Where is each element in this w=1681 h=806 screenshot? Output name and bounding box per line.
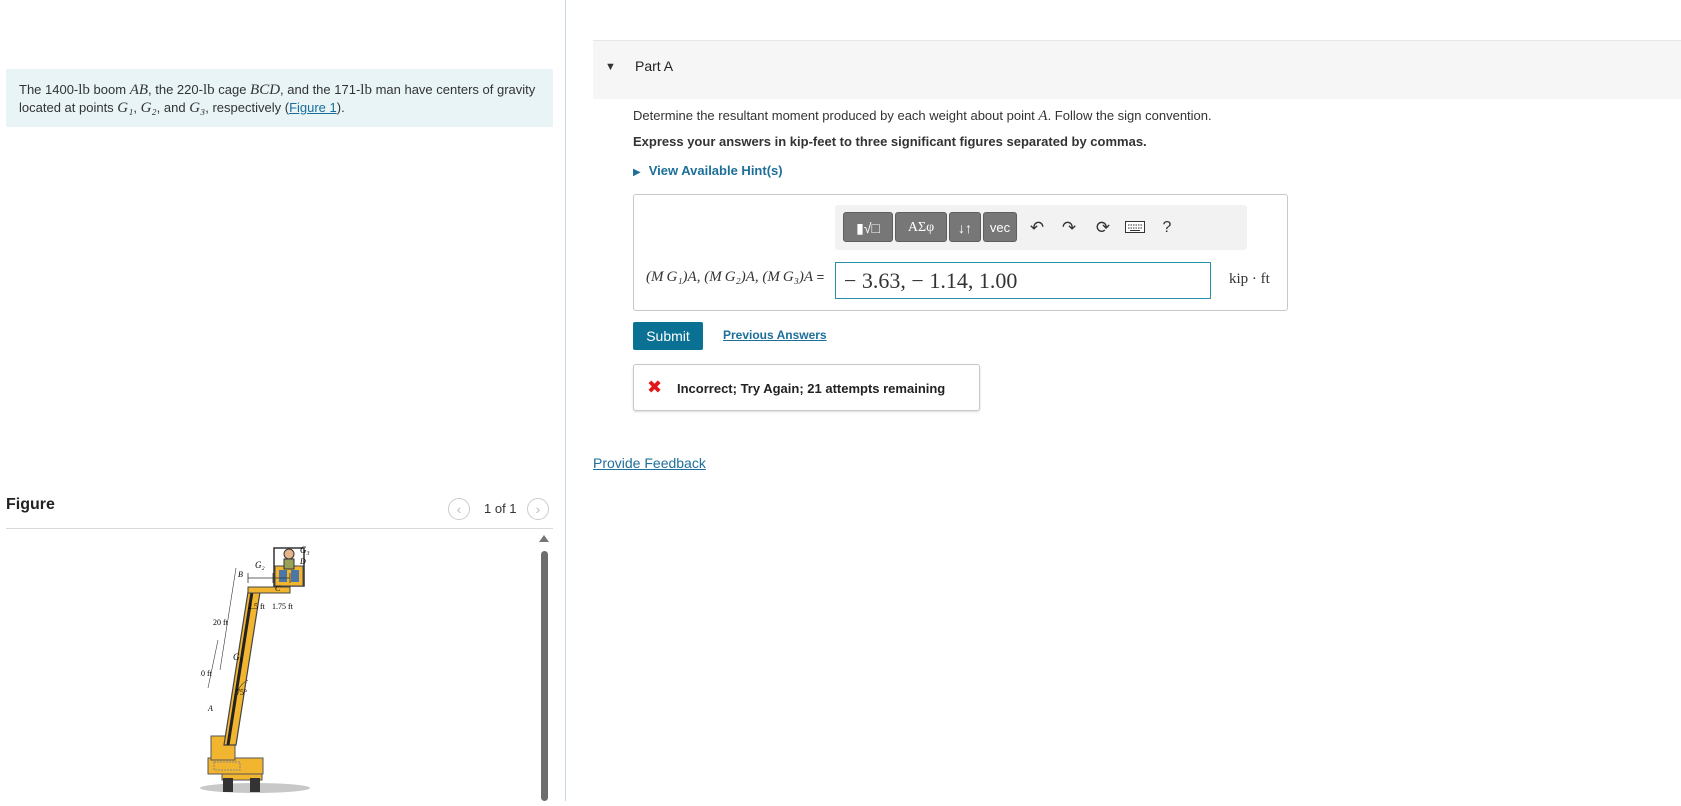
answer-instruction: Express your answers in kip-feet to thre…: [633, 134, 1147, 149]
previous-answers-link[interactable]: Previous Answers: [723, 328, 827, 342]
wheel: [223, 778, 233, 792]
label-dim1: 2.5 ft: [248, 602, 266, 611]
question-text-pre: Determine the resultant moment produced …: [633, 108, 1039, 123]
problem-statement: The 1400-lb boom AB, the 220-lb cage BCD…: [6, 69, 553, 127]
var-a: A: [1038, 108, 1048, 124]
problem-text: , and: [156, 100, 190, 115]
unit-lb: lb: [78, 82, 90, 98]
boom: [223, 591, 261, 746]
part-header[interactable]: ▼ Part A: [593, 40, 1681, 99]
figure-count: 1 of 1: [484, 501, 517, 516]
label-angle: 75°: [236, 688, 247, 697]
submit-button[interactable]: Submit: [633, 322, 703, 350]
label-c: C: [275, 584, 281, 593]
redo-icon[interactable]: ↷: [1057, 216, 1081, 240]
equals-sign: =: [816, 269, 825, 284]
arrows-button[interactable]: ↓↑: [949, 212, 981, 242]
problem-text: boom: [89, 82, 130, 97]
vec-button[interactable]: vec: [983, 212, 1017, 242]
answer-input[interactable]: − 3.63, − 1.14, 1.00: [835, 262, 1211, 299]
label-g2: G₂: [255, 560, 265, 570]
var-g1: G₁: [117, 100, 134, 116]
problem-text: cage: [214, 82, 251, 97]
chevron-left-icon[interactable]: ‹: [448, 498, 470, 520]
question-text-post: . Follow the sign convention.: [1047, 108, 1212, 123]
view-hints-link[interactable]: ▶ View Available Hint(s): [633, 163, 783, 178]
label-a: A: [207, 704, 213, 713]
label-20ft: 20 ft: [213, 618, 229, 627]
pane-divider: [565, 0, 566, 801]
answer-label: (M G₁)A, (M G₂)A, (M G₃)A =: [646, 269, 824, 286]
var-bcd: BCD: [250, 82, 281, 98]
label-dim2: 1.75 ft: [272, 602, 294, 611]
answer-box: ▮√□ ΑΣφ ↓↑ vec ↶ ↷ ⟳ ? (M G₁)A, (M G₂)A,…: [633, 194, 1288, 311]
var-ab: AB: [129, 82, 149, 98]
problem-text: ).: [336, 100, 345, 115]
problem-text: ,: [133, 100, 141, 115]
greek-button[interactable]: ΑΣφ: [895, 212, 947, 242]
keyboard-icon[interactable]: [1123, 216, 1147, 240]
figure-image: G₃ D G₂ B C 2.5 ft 1.75 ft 20 ft G₁ 10 f…: [197, 540, 350, 801]
problem-text: , the 220-: [148, 82, 203, 97]
caret-right-icon: ▶: [633, 167, 641, 178]
help-button[interactable]: ?: [1155, 216, 1179, 240]
chevron-right-icon[interactable]: ›: [527, 498, 549, 520]
cage-window: [291, 570, 299, 582]
man-head: [283, 548, 295, 560]
scrollbar-thumb[interactable]: [541, 551, 548, 801]
label-b: B: [238, 570, 243, 579]
man-body: [283, 558, 295, 570]
undo-icon[interactable]: ↶: [1025, 216, 1049, 240]
answer-unit: kip · ft: [1229, 271, 1270, 287]
templates-button[interactable]: ▮√□: [843, 212, 893, 242]
arm: [247, 586, 291, 594]
unit-lb: lb: [360, 82, 372, 98]
feedback-box: ✖ Incorrect; Try Again; 21 attempts rema…: [633, 364, 980, 411]
label-d: D: [299, 557, 306, 566]
figure-header: Figure ‹ 1 of 1 ›: [6, 492, 553, 529]
label-g1: G₁: [233, 652, 243, 662]
figure-scrollbar[interactable]: [538, 535, 550, 801]
figure-link[interactable]: Figure 1: [289, 100, 337, 115]
provide-feedback-link[interactable]: Provide Feedback: [593, 455, 706, 471]
caret-down-icon[interactable]: ▼: [605, 61, 616, 73]
reset-icon[interactable]: ⟳: [1091, 216, 1115, 240]
answer-label-text: (M G₁)A, (M G₂)A, (M G₃)A: [646, 269, 813, 285]
part-title: Part A: [635, 58, 674, 74]
var-g2: G₂: [140, 100, 157, 116]
label-10ft: 10 ft: [200, 669, 213, 678]
math-toolbar: ▮√□ ΑΣφ ↓↑ vec ↶ ↷ ⟳ ?: [835, 205, 1247, 250]
dim-line-10: [207, 639, 219, 689]
left-pane: The 1400-lb boom AB, the 220-lb cage BCD…: [0, 0, 565, 801]
feedback-text: Incorrect; Try Again; 21 attempts remain…: [677, 381, 946, 396]
cage-window: [279, 570, 287, 582]
problem-text: The 1400-: [19, 82, 79, 97]
label-g3: G₃: [300, 545, 310, 555]
question-text: Determine the resultant moment produced …: [633, 108, 1212, 125]
scroll-up-icon[interactable]: [539, 535, 549, 542]
hints-label: View Available Hint(s): [648, 163, 783, 178]
unit-lb: lb: [202, 82, 215, 98]
var-g3: G₃: [189, 100, 206, 116]
problem-text: , and the 171-: [280, 82, 361, 97]
problem-text: , respectively (: [205, 100, 290, 115]
x-icon: ✖: [647, 377, 663, 397]
figure-title: Figure: [6, 496, 55, 513]
wheel: [250, 778, 260, 792]
